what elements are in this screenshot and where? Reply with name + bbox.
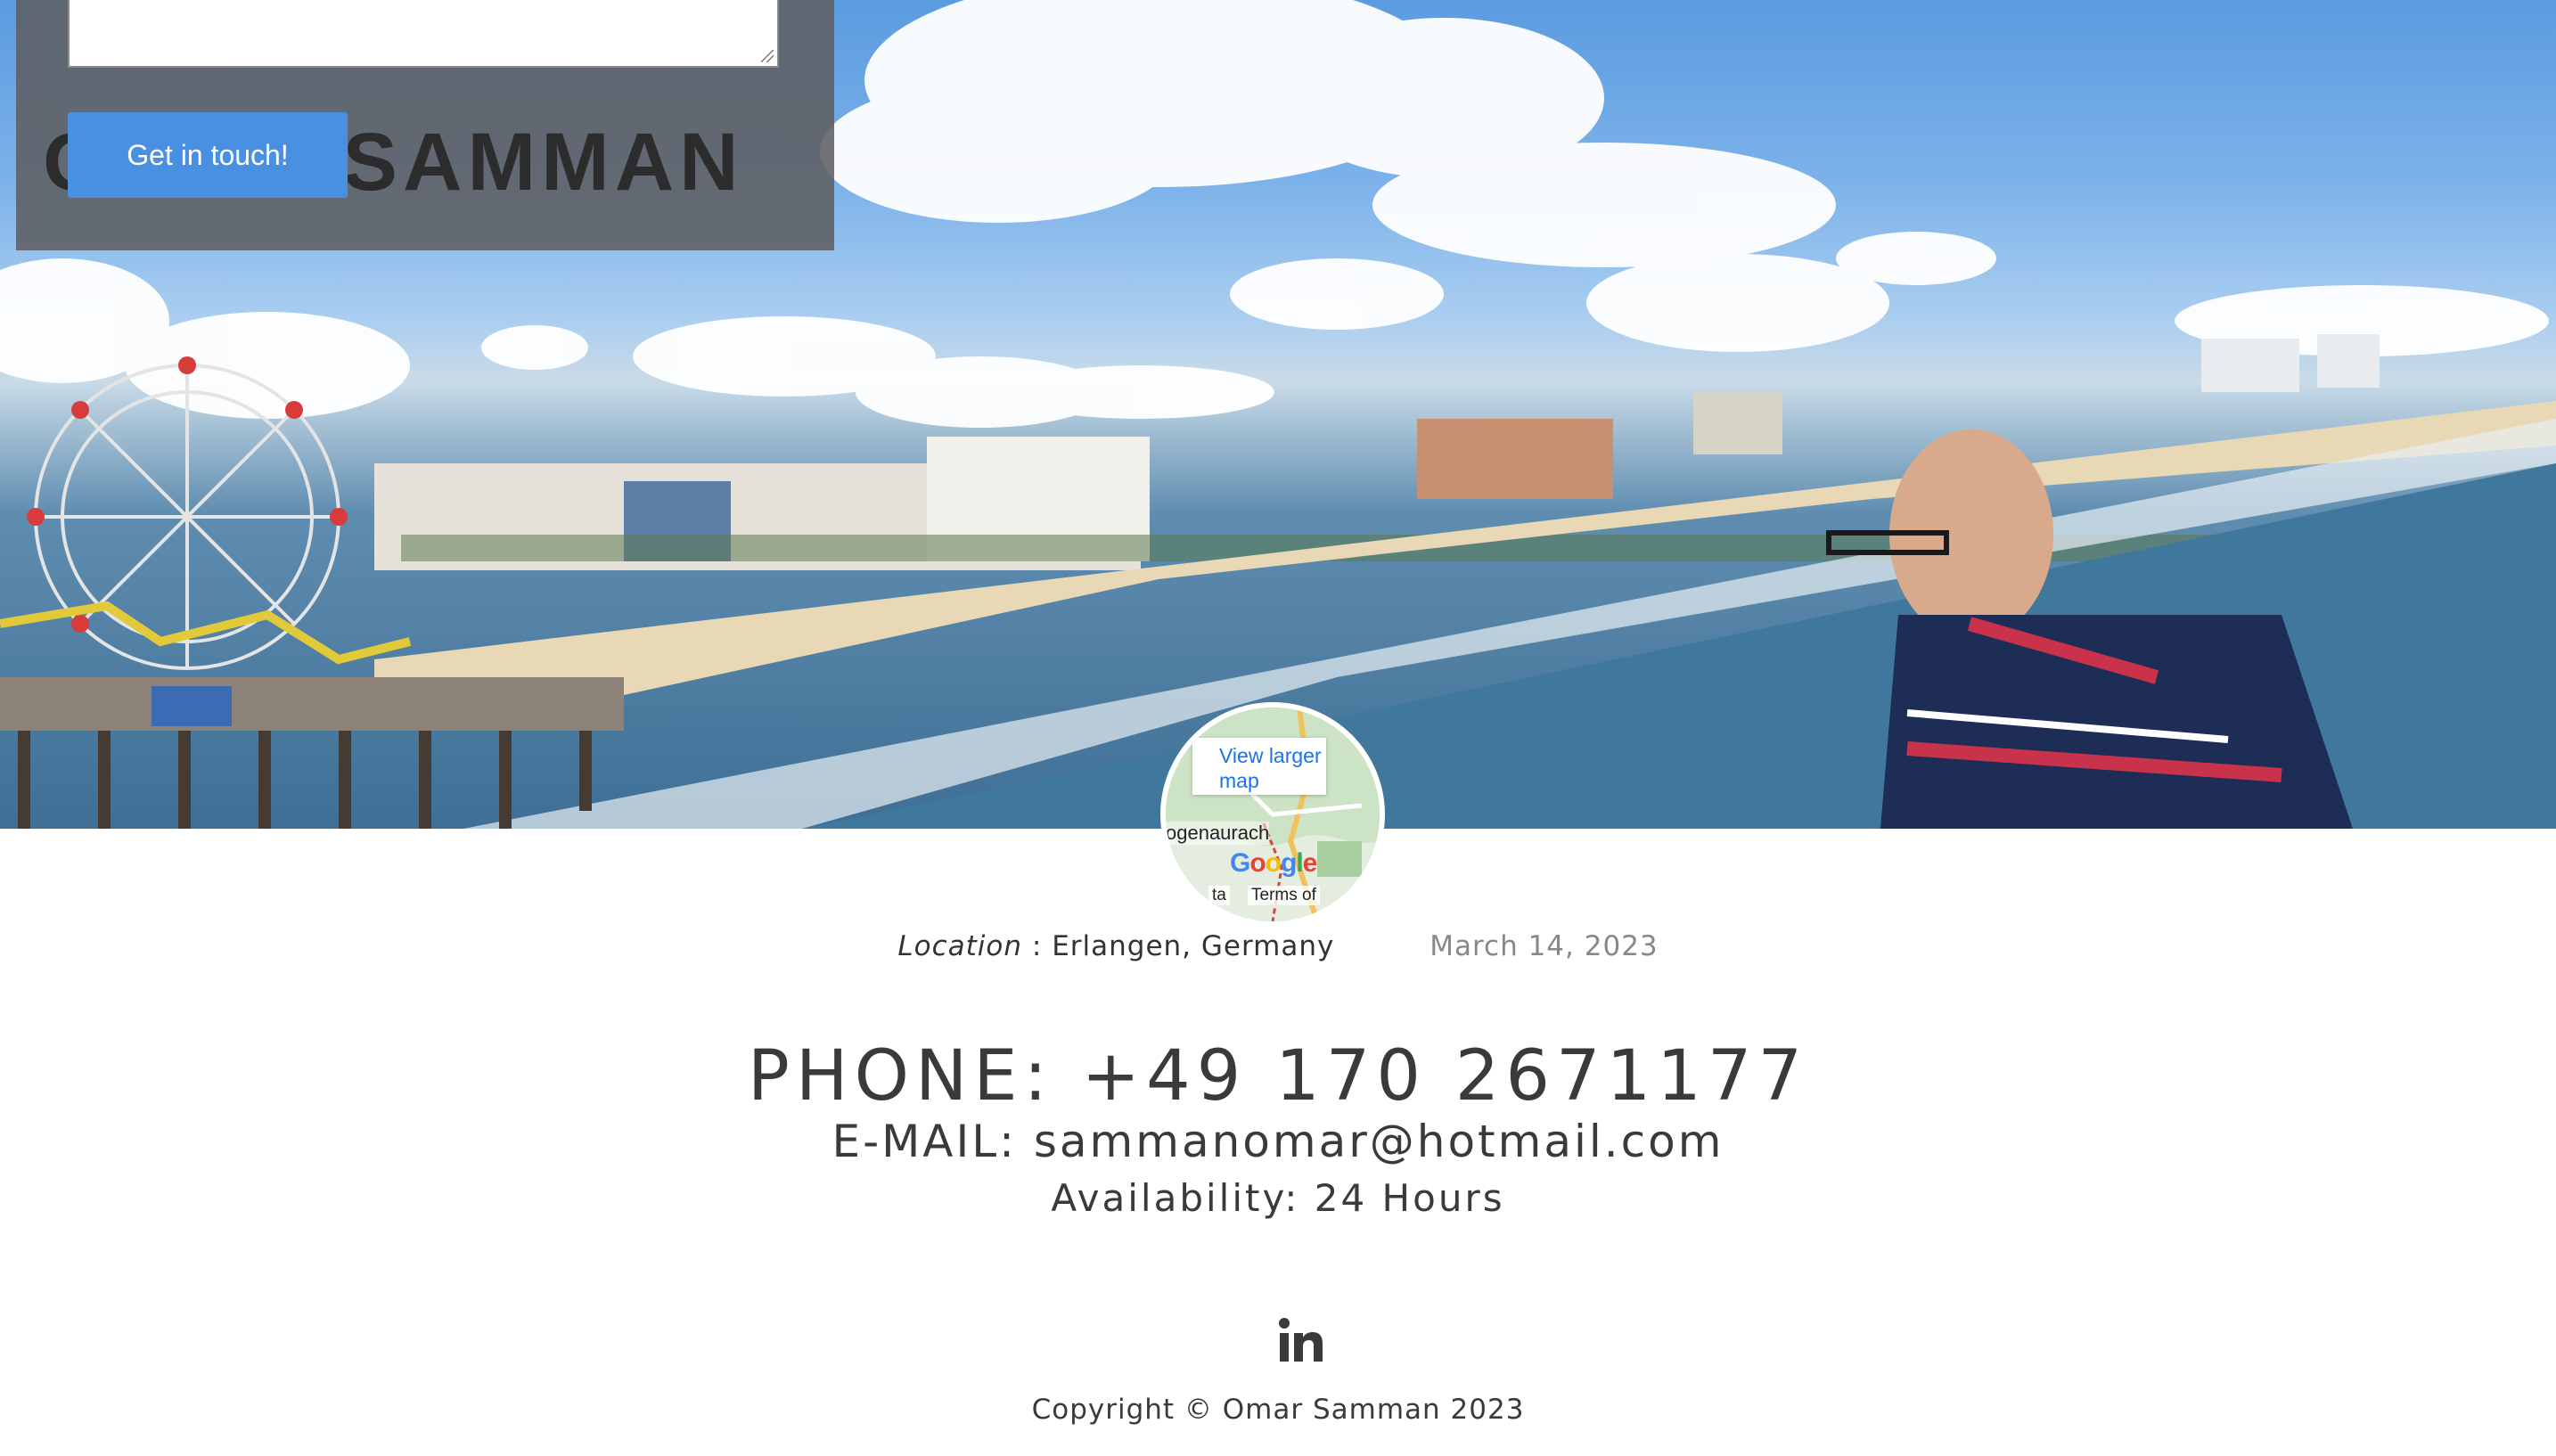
post-meta: Location : Erlangen, Germany March 14, 2… [0, 930, 2556, 962]
map-data-label: ta [1208, 886, 1230, 905]
location-label: Location [897, 930, 1023, 962]
post-date: March 14, 2023 [1430, 930, 1659, 962]
location-separator: : [1022, 930, 1053, 962]
linkedin-glyph [1279, 1318, 1323, 1362]
email-address: E-MAIL: sammanomar@hotmail.com [832, 1116, 1724, 1167]
map-town-label: ogenaurach [1166, 822, 1270, 845]
phone-number: PHONE: +49 170 2671177 [747, 1036, 1809, 1117]
view-larger-map-link[interactable]: View larger map [1192, 738, 1326, 795]
resize-handle-icon[interactable] [761, 50, 774, 62]
location-value: Erlangen, Germany [1052, 930, 1335, 962]
contact-form-panel: OMAR SAMMAN Get in touch! [16, 0, 834, 250]
availability-text: Availability: 24 Hours [1051, 1176, 1505, 1220]
map-terms-link[interactable]: Terms of [1248, 886, 1320, 905]
google-logo: Google [1230, 848, 1317, 878]
copyright-text: Copyright © Omar Samman 2023 [1031, 1394, 1525, 1426]
get-in-touch-button[interactable]: Get in touch! [68, 112, 348, 198]
location-map-embed[interactable]: View larger map ogenaurach Google ta Ter… [1166, 708, 1380, 921]
message-textarea[interactable] [68, 0, 779, 68]
linkedin-icon[interactable] [1278, 1317, 1324, 1363]
